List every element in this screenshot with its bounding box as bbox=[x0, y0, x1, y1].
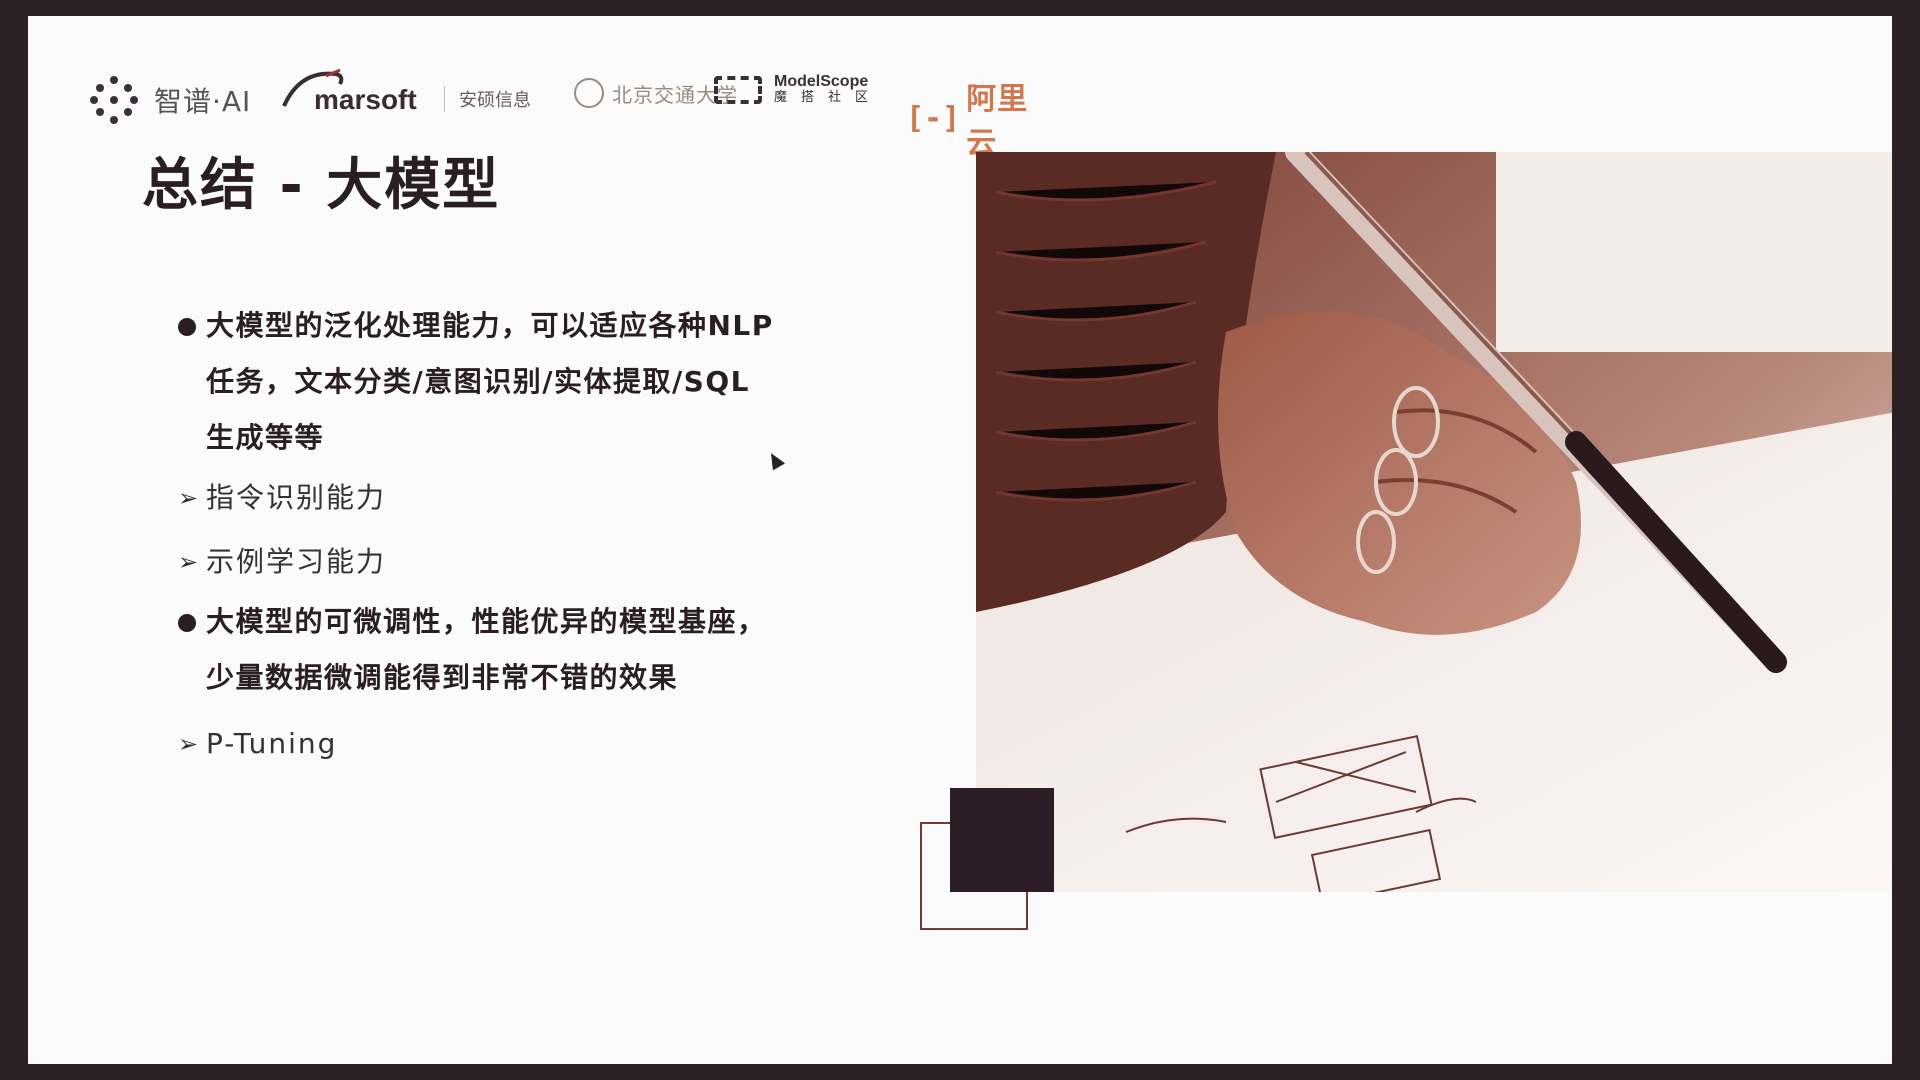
modelscope-logo: ModelScope 魔搭社区 bbox=[714, 74, 882, 106]
bullet-generalization: 大模型的泛化处理能力，可以适应各种NLP 任务，文本分类/意图识别/实体提取/S… bbox=[178, 298, 878, 466]
zhipu-logo: 智谱·AI bbox=[88, 74, 251, 126]
hand-writing-illustration bbox=[976, 152, 1892, 892]
bullet-finetuning: 大模型的可微调性，性能优异的模型基座， 少量数据微调能得到非常不错的效果 bbox=[178, 594, 878, 706]
summary-content: 大模型的泛化处理能力，可以适应各种NLP 任务，文本分类/意图识别/实体提取/S… bbox=[178, 298, 878, 776]
zhipu-dots-icon bbox=[88, 74, 140, 126]
bullet-line: 大模型的泛化处理能力，可以适应各种NLP bbox=[206, 309, 774, 342]
zhipu-logo-text: 智谱·AI bbox=[154, 85, 252, 118]
sub-item-label: 示例学习能力 bbox=[206, 545, 387, 578]
aliyun-logo: [-] 阿里云 bbox=[906, 74, 1058, 162]
modelscope-logo-subtext: 魔搭社区 bbox=[774, 90, 883, 105]
bullet-line: 任务，文本分类/意图识别/实体提取/SQL bbox=[206, 365, 750, 398]
arrow-bullet-icon: ➢ bbox=[178, 730, 201, 758]
arrow-bullet-icon: ➢ bbox=[178, 484, 201, 512]
sub-item-instruction: ➢ 指令识别能力 bbox=[178, 466, 878, 530]
aliyun-logo-text: 阿里云 bbox=[966, 82, 1029, 161]
partner-logos: 智谱·AI marsoft 安硕信息 北京交通大学 ModelScope 魔搭社… bbox=[58, 56, 1058, 161]
marsoft-logo: marsoft bbox=[280, 64, 417, 116]
decorative-dark-square bbox=[950, 788, 1054, 892]
aliyun-bracket-icon: [-] bbox=[906, 100, 961, 136]
anshuo-logo: 安硕信息 bbox=[444, 86, 531, 112]
slide: 智谱·AI marsoft 安硕信息 北京交通大学 ModelScope 魔搭社… bbox=[28, 16, 1892, 1064]
bullet-line: 大模型的可微调性，性能优异的模型基座， bbox=[206, 605, 767, 638]
sub-item-label: 指令识别能力 bbox=[206, 481, 387, 514]
sub-item-p-tuning: ➢ P-Tuning bbox=[178, 712, 878, 776]
sub-item-few-shot: ➢ 示例学习能力 bbox=[178, 530, 878, 594]
arrow-bullet-icon: ➢ bbox=[178, 548, 201, 576]
university-seal-icon bbox=[574, 78, 604, 108]
hand-writing-photo bbox=[976, 152, 1892, 892]
page-title: 总结 - 大模型 bbox=[142, 153, 501, 218]
modelscope-logo-text: ModelScope bbox=[774, 73, 869, 90]
sub-item-label: P-Tuning bbox=[206, 727, 338, 760]
bullet-line: 少量数据微调能得到非常不错的效果 bbox=[206, 661, 679, 694]
marsoft-swoosh-icon bbox=[282, 68, 344, 107]
modelscope-mark-icon bbox=[714, 76, 762, 104]
bullet-dot-icon bbox=[178, 318, 196, 336]
bullet-dot-icon bbox=[178, 614, 196, 632]
